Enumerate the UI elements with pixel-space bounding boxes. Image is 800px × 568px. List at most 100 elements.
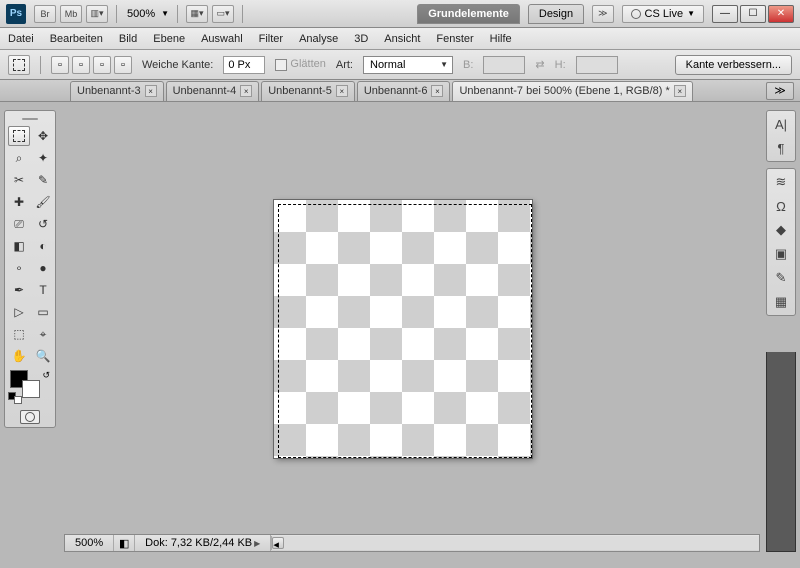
- menu-datei[interactable]: Datei: [8, 33, 34, 45]
- canvas-viewport[interactable]: [64, 110, 760, 534]
- eyedropper-tool[interactable]: ✎: [32, 170, 54, 190]
- document-canvas[interactable]: [274, 200, 532, 458]
- window-close-button[interactable]: ✕: [768, 5, 794, 23]
- screen-layout-button[interactable]: ▭▾: [212, 5, 234, 23]
- status-doc-info[interactable]: Dok: 7,32 KB/2,44 KB▶: [135, 535, 271, 551]
- separator: [242, 5, 243, 23]
- window-minimize-button[interactable]: —: [712, 5, 738, 23]
- magic-wand-tool[interactable]: ✦: [32, 148, 54, 168]
- history-brush-tool[interactable]: ↺: [32, 214, 54, 234]
- swap-colors-icon[interactable]: ↺: [42, 370, 50, 381]
- default-colors-icon[interactable]: [14, 396, 22, 404]
- 3d-camera-tool[interactable]: ⌖: [32, 324, 54, 344]
- app-logo: Ps: [6, 4, 26, 24]
- options-bar: ▫ ▫ ▫ ▫ Weiche Kante: 0 Px Glätten Art: …: [0, 50, 800, 80]
- horizontal-scrollbar[interactable]: ◂: [271, 536, 759, 550]
- refine-edge-button[interactable]: Kante verbessern...: [675, 55, 792, 75]
- 3d-tool[interactable]: ⬚: [8, 324, 30, 344]
- close-icon[interactable]: ×: [336, 85, 348, 97]
- doc-tab-label: Unbenannt-6: [364, 85, 428, 97]
- crop-tool[interactable]: ✂: [8, 170, 30, 190]
- window-maximize-button[interactable]: ☐: [740, 5, 766, 23]
- background-color[interactable]: [22, 380, 40, 398]
- doc-tab-label: Unbenannt-7 bei 500% (Ebene 1, RGB/8) *: [459, 85, 669, 97]
- zoom-tool[interactable]: 🔍: [32, 346, 54, 366]
- workspace-tab-grundelemente[interactable]: Grundelemente: [417, 4, 520, 24]
- type-tool[interactable]: T: [32, 280, 54, 300]
- lasso-tool[interactable]: ⌕: [8, 148, 30, 168]
- right-panel-dock: A| ¶ ≋ Ω ◆ ▣ ✎ ▦: [766, 110, 796, 316]
- menu-bild[interactable]: Bild: [119, 33, 137, 45]
- paragraph-panel-icon[interactable]: ¶: [771, 139, 791, 157]
- bridge-button[interactable]: Br: [34, 5, 56, 23]
- menu-auswahl[interactable]: Auswahl: [201, 33, 243, 45]
- path-select-tool[interactable]: ▷: [8, 302, 30, 322]
- screen-mode-button[interactable]: ▥▾: [86, 5, 108, 23]
- cs-live-label: CS Live: [645, 8, 684, 20]
- close-icon[interactable]: ×: [145, 85, 157, 97]
- height-input: [576, 56, 618, 74]
- move-tool[interactable]: ✥: [32, 126, 54, 146]
- brush-panel-icon[interactable]: ≋: [771, 173, 791, 191]
- doc-tab[interactable]: Unbenannt-5×: [261, 81, 355, 101]
- style-value: Normal: [370, 59, 405, 71]
- eraser-tool[interactable]: ◧: [8, 236, 30, 256]
- workspace-more-button[interactable]: ≫: [592, 5, 613, 23]
- shape-tool[interactable]: ▭: [32, 302, 54, 322]
- scrollbar-thumb[interactable]: ◂: [272, 537, 284, 549]
- gradient-tool[interactable]: ◐: [32, 236, 54, 256]
- blur-tool[interactable]: ∘: [8, 258, 30, 278]
- document-tab-bar: Unbenannt-3 × Unbenannt-4× Unbenannt-5× U…: [0, 80, 800, 102]
- menu-hilfe[interactable]: Hilfe: [490, 33, 512, 45]
- feather-label: Weiche Kante:: [142, 59, 213, 71]
- brush-tool[interactable]: 🖌: [32, 192, 54, 212]
- tabs-overflow-button[interactable]: ≫: [766, 82, 794, 100]
- cs-live-button[interactable]: CS Live▼: [622, 5, 704, 23]
- menu-bearbeiten[interactable]: Bearbeiten: [50, 33, 103, 45]
- healing-brush-tool[interactable]: ✚: [8, 192, 30, 212]
- close-icon[interactable]: ×: [674, 85, 686, 97]
- styles-panel-icon[interactable]: ▦: [771, 293, 791, 311]
- menu-ebene[interactable]: Ebene: [153, 33, 185, 45]
- add-selection-button[interactable]: ▫: [72, 56, 90, 74]
- title-bar: Ps Br Mb ▥▾ 500%▼ ▦▾ ▭▾ Grundelemente De…: [0, 0, 800, 28]
- menu-3d[interactable]: 3D: [354, 33, 368, 45]
- style-select[interactable]: Normal: [363, 56, 453, 74]
- subtract-selection-button[interactable]: ▫: [93, 56, 111, 74]
- pen-tool[interactable]: ✒: [8, 280, 30, 300]
- menu-analyse[interactable]: Analyse: [299, 33, 338, 45]
- swatches-panel-icon[interactable]: ✎: [771, 269, 791, 287]
- brush-presets-icon[interactable]: Ω: [771, 197, 791, 215]
- tool-presets-icon[interactable]: ▣: [771, 245, 791, 263]
- zoom-display[interactable]: 500%: [125, 8, 157, 20]
- workspace-tab-design[interactable]: Design: [528, 4, 584, 24]
- doc-tab[interactable]: Unbenannt-6×: [357, 81, 451, 101]
- arrange-docs-button[interactable]: ▦▾: [186, 5, 208, 23]
- clone-source-icon[interactable]: ◆: [771, 221, 791, 239]
- menu-ansicht[interactable]: Ansicht: [384, 33, 420, 45]
- close-icon[interactable]: ×: [240, 85, 252, 97]
- marquee-tool[interactable]: [8, 126, 30, 146]
- doc-tab[interactable]: Unbenannt-4×: [166, 81, 260, 101]
- doc-tab[interactable]: Unbenannt-3 ×: [70, 81, 164, 101]
- panel-grip[interactable]: [8, 114, 52, 124]
- status-preview-icon[interactable]: ◧: [114, 535, 135, 551]
- menu-fenster[interactable]: Fenster: [436, 33, 473, 45]
- menu-filter[interactable]: Filter: [259, 33, 283, 45]
- doc-tab-label: Unbenannt-3: [77, 85, 141, 97]
- hand-tool[interactable]: ✋: [8, 346, 30, 366]
- intersect-selection-button[interactable]: ▫: [114, 56, 132, 74]
- minibridge-button[interactable]: Mb: [60, 5, 82, 23]
- doc-tab-active[interactable]: Unbenannt-7 bei 500% (Ebene 1, RGB/8) * ×: [452, 81, 692, 101]
- stamp-tool[interactable]: ⎚: [8, 214, 30, 234]
- quick-mask-toggle[interactable]: [8, 410, 52, 424]
- close-icon[interactable]: ×: [431, 85, 443, 97]
- character-panel-icon[interactable]: A|: [771, 115, 791, 133]
- current-tool-icon[interactable]: [8, 55, 30, 75]
- feather-input[interactable]: 0 Px: [223, 56, 265, 74]
- swap-dims-icon: ⇄: [535, 58, 544, 71]
- status-zoom[interactable]: 500%: [65, 535, 114, 551]
- new-selection-button[interactable]: ▫: [51, 56, 69, 74]
- dodge-tool[interactable]: ●: [32, 258, 54, 278]
- color-swatches[interactable]: ↺: [8, 370, 52, 400]
